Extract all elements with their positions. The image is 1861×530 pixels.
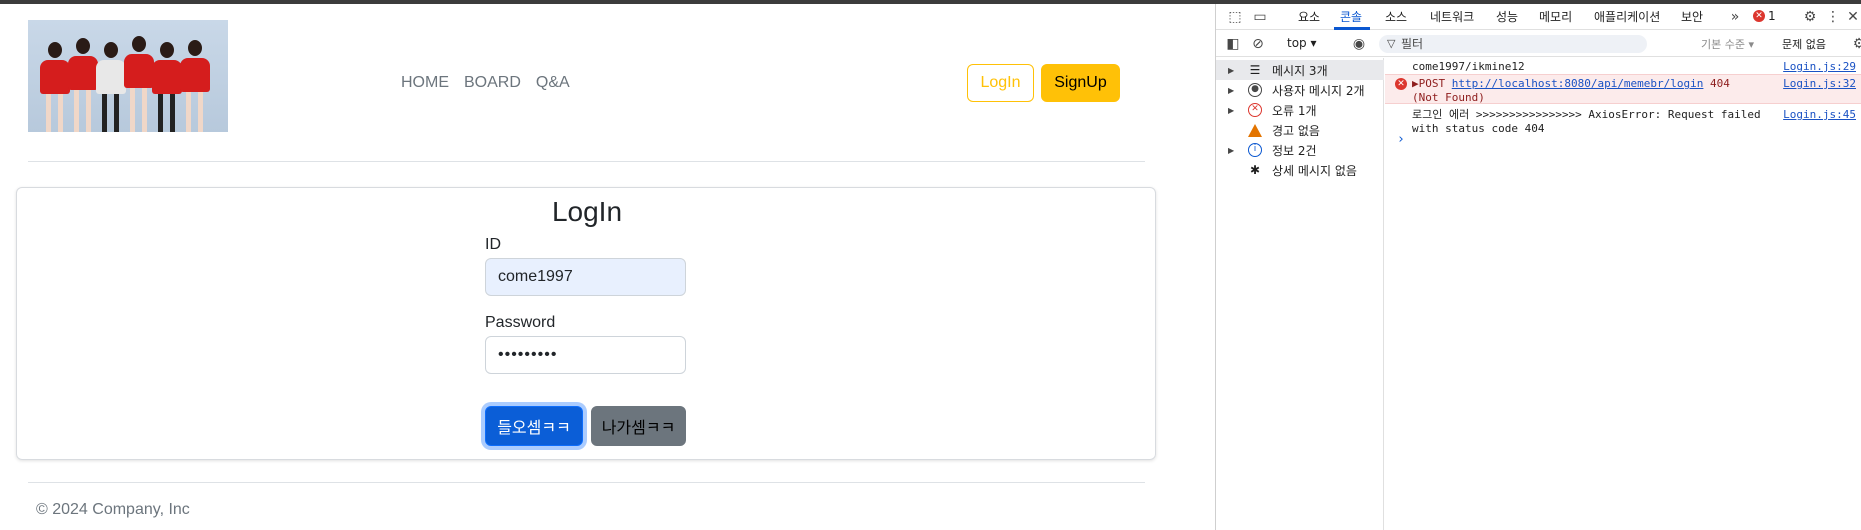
active-tab-indicator — [1334, 27, 1370, 30]
issues-counter[interactable]: 문제 없음 — [1782, 36, 1826, 52]
tab-console[interactable]: 콘솔 — [1340, 8, 1362, 25]
exit-button[interactable]: 나가셈ㅋㅋ — [591, 406, 686, 446]
sidebar-item-label: 메시지 3개 — [1272, 63, 1328, 78]
footer-divider — [28, 482, 1145, 483]
user-icon: ● — [1246, 81, 1264, 99]
context-value: top — [1287, 36, 1307, 50]
more-tabs-icon[interactable]: » — [1726, 8, 1744, 26]
nav-board[interactable]: BOARD — [464, 74, 521, 92]
inspect-element-icon[interactable]: ⬚ — [1226, 8, 1244, 26]
log-prefix: ▶POST — [1412, 77, 1452, 90]
footer-copyright: © 2024 Company, Inc — [36, 501, 190, 518]
tab-sources[interactable]: 소스 — [1385, 8, 1407, 25]
list-icon: ☰ — [1249, 63, 1261, 77]
sidebar-item-label: 상세 메시지 없음 — [1272, 163, 1357, 178]
enter-button[interactable]: 들오셈ㅋㅋ — [485, 406, 583, 446]
error-count: 1 — [1768, 9, 1776, 23]
filter-placeholder: 필터 — [1401, 37, 1424, 51]
error-icon: ✕ — [1395, 78, 1407, 90]
console-filter-input[interactable]: ▽ 필터 — [1379, 35, 1647, 53]
expand-arrow-icon: ▶ — [1228, 65, 1235, 75]
device-toggle-icon[interactable]: ▭ — [1251, 8, 1269, 26]
sidebar-item-label: 오류 1개 — [1272, 103, 1317, 118]
log-text: come1997/ikmine12 — [1412, 60, 1525, 73]
tab-security[interactable]: 보안 — [1681, 8, 1703, 25]
settings-gear-icon[interactable]: ⚙ — [1801, 8, 1819, 26]
chevron-down-icon: ▾ — [1310, 36, 1317, 50]
sidebar-item-label: 경고 없음 — [1272, 123, 1320, 138]
context-selector[interactable]: top ▾ — [1287, 36, 1317, 50]
tab-elements[interactable]: 요소 — [1298, 8, 1320, 25]
header-login-button[interactable]: LogIn — [967, 64, 1034, 102]
sidebar-item-errors[interactable]: ▶ ✕ 오류 1개 — [1216, 100, 1384, 120]
chevron-down-icon: ▾ — [1748, 38, 1755, 51]
live-expression-eye-icon[interactable]: ◉ — [1350, 35, 1368, 53]
tab-performance[interactable]: 성능 — [1496, 8, 1518, 25]
sidebar-item-info[interactable]: ▶ i 정보 2건 — [1216, 140, 1384, 160]
sidebar-item-warnings[interactable]: 경고 없음 — [1216, 120, 1384, 140]
sidebar-toggle-icon[interactable]: ◧ — [1224, 35, 1242, 53]
expand-arrow-icon: ▶ — [1228, 85, 1235, 95]
close-icon[interactable]: ✕ — [1844, 8, 1861, 26]
web-page: HOME BOARD Q&A LogIn SignUp LogIn ID Pas… — [0, 4, 1215, 530]
sidebar-item-verbose[interactable]: ✱ 상세 메시지 없음 — [1216, 160, 1384, 180]
more-options-icon[interactable]: ⋮ — [1824, 8, 1842, 26]
nav-qa[interactable]: Q&A — [536, 74, 570, 92]
console-settings-gear-icon[interactable]: ⚙ — [1850, 35, 1861, 53]
console-toolbar: ◧ ⊘ top ▾ ◉ ▽ 필터 기본 수준 ▾ 문제 없음 ⚙ — [1216, 31, 1861, 57]
header-signup-button[interactable]: SignUp — [1041, 64, 1120, 102]
logo-image[interactable] — [28, 20, 228, 132]
clear-console-icon[interactable]: ⊘ — [1249, 35, 1267, 53]
tab-memory[interactable]: 메모리 — [1539, 8, 1572, 25]
error-log-entry[interactable]: ✕ ▶POST http://localhost:8080/api/memebr… — [1385, 74, 1861, 104]
sidebar-item-user-messages[interactable]: ▶ ● 사용자 메시지 2개 — [1216, 80, 1384, 100]
password-label: Password — [485, 314, 556, 331]
log-entry: 로그인 에러 >>>>>>>>>>>>>>>> AxiosError: Requ… — [1385, 106, 1861, 138]
sidebar-item-messages[interactable]: ▶ ☰ 메시지 3개 — [1216, 60, 1384, 80]
filter-icon: ▽ — [1387, 37, 1396, 50]
error-icon: ✕ — [1753, 10, 1765, 22]
error-count-badge[interactable]: ✕ 1 — [1753, 9, 1776, 23]
log-level-label: 기본 수준 — [1701, 38, 1745, 51]
source-link[interactable]: Login.js:29 — [1783, 60, 1856, 74]
request-url-link[interactable]: http://localhost:8080/api/memebr/login — [1452, 77, 1704, 90]
main-nav: HOME BOARD Q&A — [401, 74, 570, 92]
console-sidebar: ▶ ☰ 메시지 3개 ▶ ● 사용자 메시지 2개 ▶ ✕ 오류 1개 경고 없… — [1216, 58, 1384, 530]
password-input[interactable] — [485, 336, 686, 374]
tab-network[interactable]: 네트워크 — [1430, 8, 1474, 25]
tab-application[interactable]: 애플리케이션 — [1594, 8, 1660, 25]
log-status: 404 — [1703, 77, 1730, 90]
sidebar-item-label: 정보 2건 — [1272, 143, 1317, 158]
id-label: ID — [485, 236, 501, 253]
header-divider — [28, 161, 1145, 162]
id-input[interactable] — [485, 258, 686, 296]
source-link[interactable]: Login.js:32 — [1783, 77, 1856, 91]
login-title: LogIn — [551, 196, 623, 227]
log-text-line2: with status code 404 — [1412, 122, 1545, 135]
warning-icon — [1246, 121, 1264, 139]
info-icon: i — [1246, 141, 1264, 159]
expand-arrow-icon: ▶ — [1228, 105, 1235, 115]
bug-icon: ✱ — [1249, 163, 1261, 177]
devtools-panel: ⬚ ▭ 요소 콘솔 소스 네트워크 성능 메모리 애플리케이션 보안 » ✕ 1… — [1215, 4, 1861, 530]
error-icon: ✕ — [1246, 101, 1264, 119]
source-link[interactable]: Login.js:45 — [1783, 108, 1856, 122]
sidebar-item-label: 사용자 메시지 2개 — [1272, 83, 1365, 98]
log-level-dropdown[interactable]: 기본 수준 ▾ — [1701, 36, 1754, 52]
expand-arrow-icon: ▶ — [1228, 145, 1235, 155]
console-output: come1997/ikmine12 Login.js:29 ✕ ▶POST ht… — [1385, 58, 1861, 530]
log-text: 로그인 에러 >>>>>>>>>>>>>>>> AxiosError: Requ… — [1412, 108, 1761, 121]
login-card: LogIn ID Password 들오셈ㅋㅋ 나가셈ㅋㅋ — [16, 187, 1156, 460]
nav-home[interactable]: HOME — [401, 74, 449, 92]
log-text-line2: (Not Found) — [1412, 91, 1485, 104]
devtools-tabbar: ⬚ ▭ 요소 콘솔 소스 네트워크 성능 메모리 애플리케이션 보안 » ✕ 1… — [1216, 4, 1861, 30]
console-prompt-icon[interactable]: › — [1397, 132, 1405, 147]
